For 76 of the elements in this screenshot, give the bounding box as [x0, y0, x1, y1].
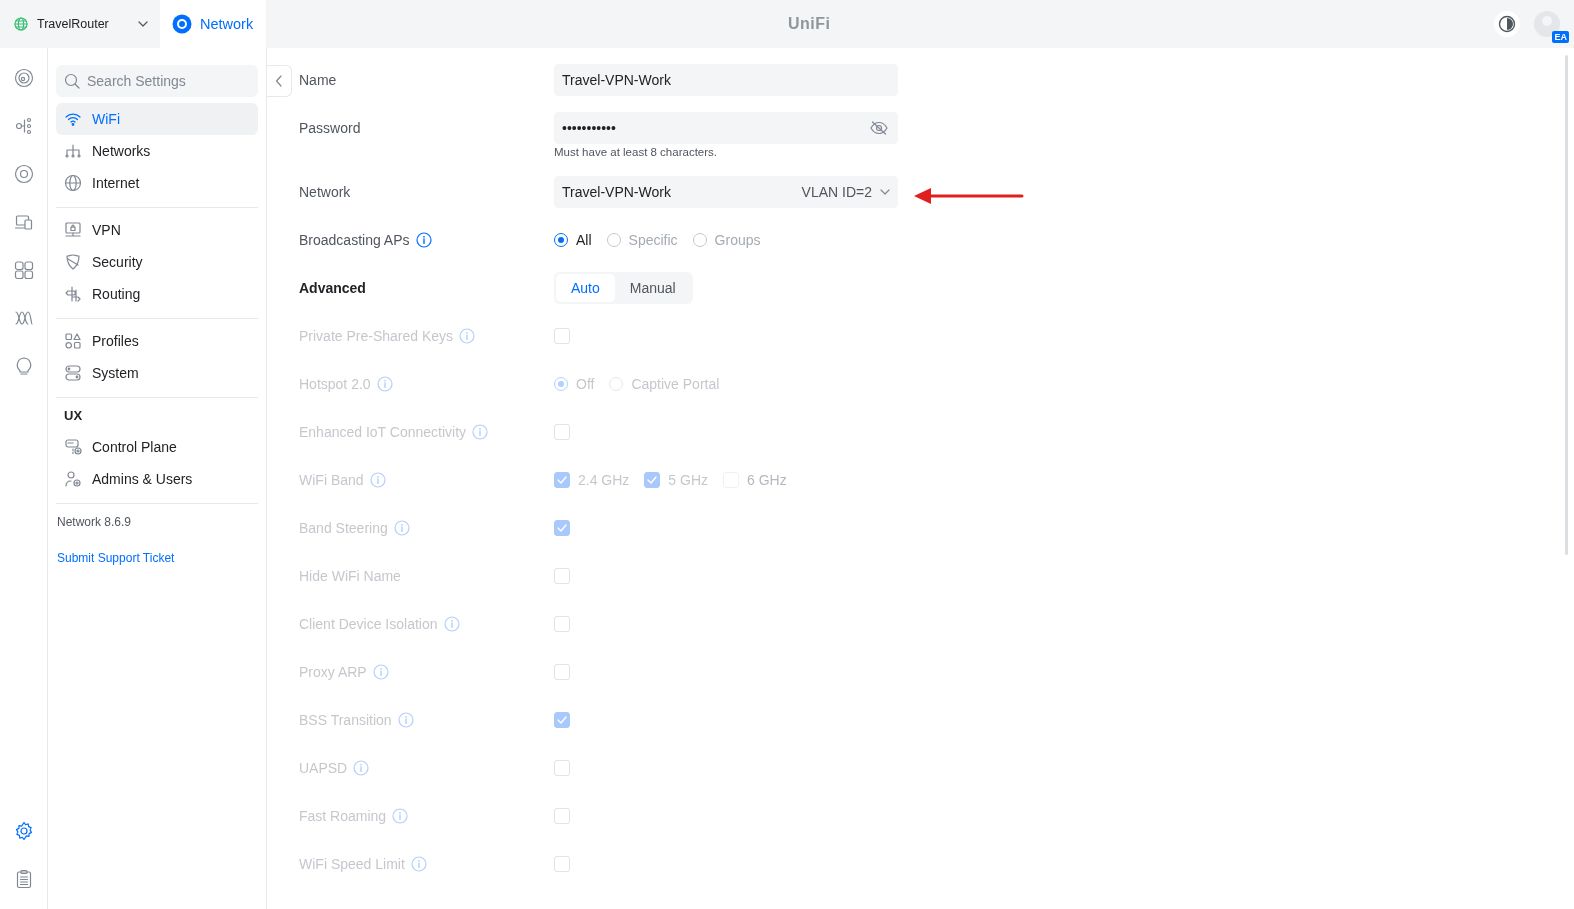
- field-label: WiFi Speed Limit: [299, 856, 405, 872]
- field-label: BSS Transition: [299, 712, 392, 728]
- gateway-gear-icon: [64, 438, 82, 456]
- field-label: Hide WiFi Name: [299, 568, 401, 584]
- chevron-left-icon: [275, 75, 283, 87]
- sidebar-item[interactable]: Profiles: [56, 325, 258, 357]
- user-gear-icon: [64, 470, 82, 488]
- support-link[interactable]: Submit Support Ticket: [57, 551, 175, 565]
- field-label: Advanced: [299, 280, 366, 296]
- brand-logo: UniFi: [788, 15, 831, 33]
- field-label: Name: [299, 72, 337, 88]
- field-label: Band Steering: [299, 520, 388, 536]
- topology-icon: [13, 116, 34, 136]
- shapes-icon: [64, 332, 82, 350]
- device-icon: [13, 164, 34, 184]
- field-label: WiFi Band: [299, 472, 364, 488]
- sidebar-item[interactable]: Routing: [56, 278, 258, 310]
- avatar-badge: EA: [1552, 31, 1569, 43]
- chevron-down-icon: [138, 21, 148, 27]
- sidebar-item[interactable]: Admins & Users: [56, 463, 258, 495]
- search-field[interactable]: Search Settings: [56, 65, 258, 97]
- monitor-lock-icon: [64, 221, 82, 239]
- field-label: UAPSD: [299, 760, 348, 776]
- globe-icon: [64, 174, 82, 192]
- sidebar-item[interactable]: WiFi: [56, 103, 258, 135]
- globe-icon: [14, 17, 28, 31]
- ports-icon: [13, 260, 34, 280]
- field-label: Hotspot 2.0: [299, 376, 371, 392]
- radio-button[interactable]: [692, 233, 707, 247]
- collapse-button[interactable]: [267, 65, 292, 97]
- field-label: Proxy ARP: [299, 664, 367, 680]
- sidebar-item[interactable]: Security: [56, 246, 258, 278]
- password-field[interactable]: •••••••••••: [554, 112, 898, 144]
- section-heading: UX: [63, 407, 84, 425]
- field-label: Password: [299, 120, 361, 136]
- radio-option[interactable]: All: [554, 232, 592, 248]
- field-label: Enhanced IoT Connectivity: [299, 424, 467, 440]
- routing-icon: [64, 285, 82, 303]
- field-label: Private Pre-Shared Keys: [299, 328, 454, 344]
- scrollbar[interactable]: [1565, 55, 1568, 555]
- field-label: Fast Roaming: [299, 808, 387, 824]
- contrast-icon: [1498, 15, 1516, 33]
- network-app-icon: [172, 14, 192, 34]
- app-tab[interactable]: Network: [160, 0, 267, 48]
- dashboard-icon: [13, 68, 34, 88]
- eye-off-icon[interactable]: [870, 121, 888, 135]
- segment-tab[interactable]: Manual: [614, 274, 691, 302]
- field-label: Client Device Isolation: [299, 616, 438, 632]
- check-icon: [557, 524, 567, 532]
- segmented-control[interactable]: Auto Manual: [554, 272, 693, 304]
- sidebar-item[interactable]: Networks: [56, 135, 258, 167]
- sidebar-item[interactable]: Control Plane: [56, 431, 258, 463]
- hierarchy-icon: [64, 142, 82, 160]
- field-label: Network: [299, 184, 351, 200]
- server-icon: [64, 364, 82, 382]
- radio-button[interactable]: [606, 233, 621, 247]
- theme-button[interactable]: [1494, 11, 1520, 37]
- hint-text: Must have at least 8 characters.: [554, 146, 718, 158]
- segment-tab[interactable]: Auto: [556, 274, 615, 302]
- network-dropdown[interactable]: Travel-VPN-Work VLAN ID=2: [554, 176, 898, 208]
- version-text: Network 8.6.9: [57, 515, 133, 529]
- search-icon: [64, 73, 80, 89]
- sidebar-item[interactable]: Internet: [56, 167, 258, 199]
- clients-icon: [13, 212, 34, 232]
- check-icon: [557, 476, 567, 484]
- site-selector[interactable]: TravelRouter: [0, 0, 160, 48]
- chevron-down-icon: [880, 189, 890, 195]
- sidebar-item[interactable]: VPN: [56, 214, 258, 246]
- shield-icon: [64, 253, 82, 271]
- settings-icon: [13, 821, 34, 841]
- field-label: Broadcasting APs: [299, 232, 410, 248]
- sidebar-item[interactable]: System: [56, 357, 258, 389]
- check-icon: [557, 716, 567, 724]
- name-field[interactable]: Travel-VPN-Work: [554, 64, 898, 96]
- radio-button[interactable]: [554, 233, 568, 247]
- check-icon: [647, 476, 658, 484]
